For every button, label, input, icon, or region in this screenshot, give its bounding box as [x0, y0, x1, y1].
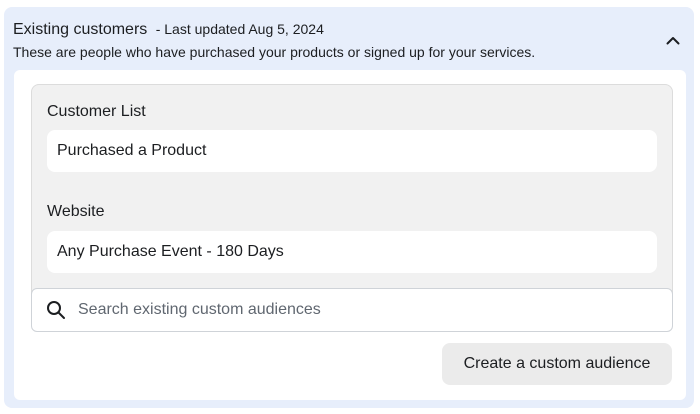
- search-input[interactable]: [78, 301, 638, 319]
- audience-body: Customer List Purchased a Product Websit…: [14, 70, 686, 400]
- panel-title: Existing customers: [13, 21, 148, 38]
- panel-subtitle: These are people who have purchased your…: [13, 44, 536, 60]
- collapse-button[interactable]: [662, 29, 684, 51]
- audience-list: Customer List Purchased a Product Websit…: [31, 84, 673, 315]
- list-item[interactable]: Purchased a Product: [47, 130, 657, 172]
- create-custom-audience-button[interactable]: Create a custom audience: [442, 343, 672, 385]
- group-label-customer-list: Customer List: [47, 103, 146, 120]
- search-box: [31, 288, 673, 332]
- panel-header: Existing customers - Last updated Aug 5,…: [13, 19, 653, 61]
- list-item[interactable]: Any Purchase Event - 180 Days: [47, 231, 657, 273]
- chevron-up-icon: [666, 36, 680, 44]
- group-label-website: Website: [47, 203, 105, 220]
- existing-customers-panel: Existing customers - Last updated Aug 5,…: [4, 7, 694, 408]
- title-row: Existing customers - Last updated Aug 5,…: [13, 19, 653, 40]
- last-updated-text: - Last updated Aug 5, 2024: [155, 21, 324, 37]
- search-icon: [46, 300, 66, 320]
